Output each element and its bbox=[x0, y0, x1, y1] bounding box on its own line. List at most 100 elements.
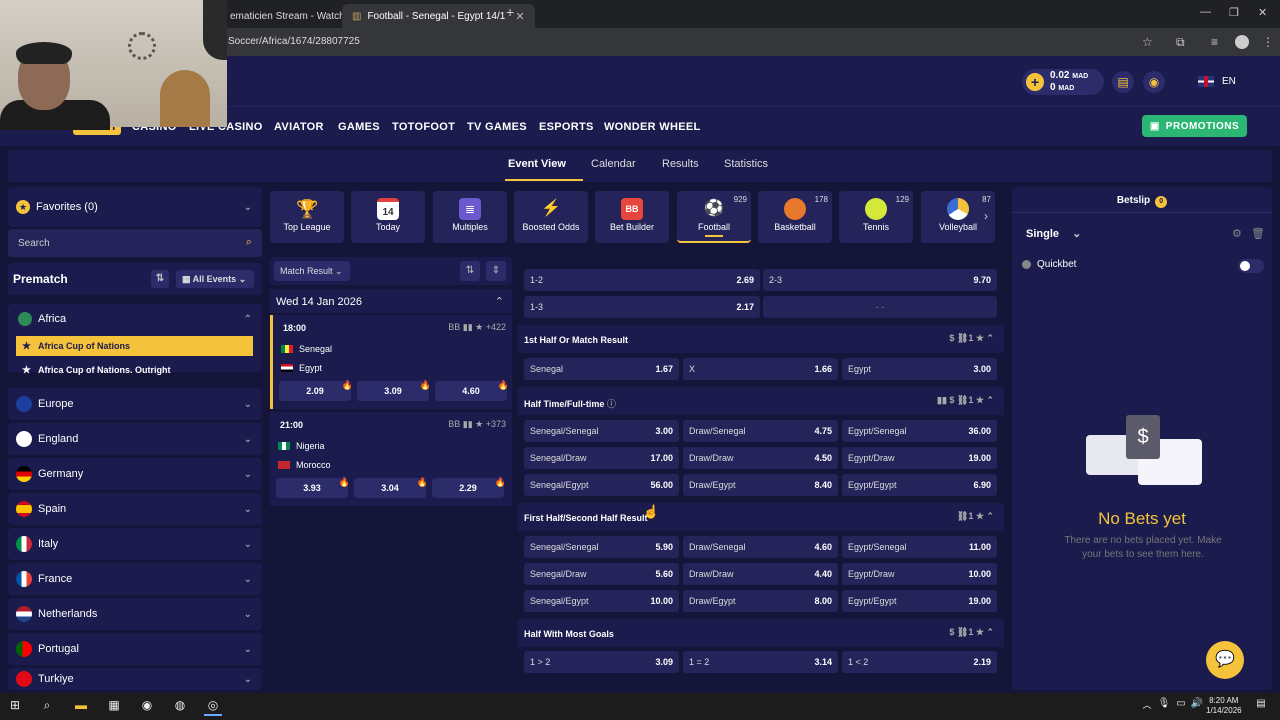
collapse-icon[interactable]: ⇕ bbox=[486, 261, 506, 281]
quickbet-toggle[interactable] bbox=[1238, 259, 1264, 273]
add-funds-icon[interactable]: + bbox=[1026, 73, 1044, 91]
sidebar-item-portugal[interactable]: Portugal ⌄ bbox=[8, 633, 262, 665]
search-icon[interactable]: ⌕ bbox=[246, 236, 252, 249]
favorites-toggle[interactable]: ★ Favorites (0) ⌄ bbox=[8, 187, 262, 227]
sort-icon[interactable]: ⇅ bbox=[151, 270, 169, 288]
close-icon[interactable]: ✕ bbox=[515, 10, 524, 23]
more-markets-count[interactable]: +373 bbox=[486, 419, 506, 429]
app-icon[interactable]: ◉ bbox=[138, 698, 156, 716]
odd-cell[interactable]: Senegal/Draw 17.00 bbox=[524, 447, 679, 469]
region-africa-header[interactable]: Africa ⌃ bbox=[8, 304, 262, 334]
nav-aviator[interactable]: AVIATOR bbox=[274, 121, 324, 133]
nav-totofoot[interactable]: TOTOFOOT bbox=[392, 121, 455, 133]
wallet-balance[interactable]: + 0.02 MAD 0 MAD bbox=[1022, 69, 1104, 95]
odd-cell[interactable]: 2-3 9.70 bbox=[763, 269, 997, 291]
clock[interactable]: 8:20 AM 1/14/2026 bbox=[1206, 696, 1242, 716]
sidebar-item-turkiye[interactable]: Turkiye ⌄ bbox=[8, 668, 262, 690]
odd-cell[interactable]: Egypt/Senegal 11.00 bbox=[842, 536, 997, 558]
bet-type-select[interactable]: Single ⌄ bbox=[1026, 227, 1081, 240]
market-header[interactable]: Half With Most Goals $ ⛓1 ★ ⌃ bbox=[518, 619, 1004, 647]
nav-esports[interactable]: ESPORTS bbox=[539, 121, 594, 133]
betslip-history-icon[interactable]: ▤ bbox=[1112, 71, 1134, 93]
odd-cell[interactable]: Draw/Egypt 8.40 bbox=[683, 474, 838, 496]
odd-cell[interactable]: 1 > 2 3.09 bbox=[524, 651, 679, 673]
odd-cell[interactable]: Senegal 1.67 bbox=[524, 358, 679, 380]
market-header[interactable]: 1st Half Or Match Result $ ⛓1 ★ ⌃ bbox=[518, 325, 1004, 353]
odd-cell[interactable]: Draw/Senegal 4.60 bbox=[683, 536, 838, 558]
settings-icon[interactable]: ⚙ bbox=[1232, 227, 1242, 240]
odd-cell[interactable]: 1 < 2 2.19 bbox=[842, 651, 997, 673]
sidebar-item-italy[interactable]: Italy ⌄ bbox=[8, 528, 262, 560]
sidebar-item-england[interactable]: England ⌄ bbox=[8, 423, 262, 455]
search-input[interactable]: Search ⌕ bbox=[8, 229, 262, 257]
market-select[interactable]: Match Result ⌄ bbox=[274, 261, 350, 281]
url-field[interactable]: Soccer/Africa/1674/28807725 bbox=[228, 36, 360, 47]
app-icon[interactable]: ◍ bbox=[171, 698, 189, 716]
market-header[interactable]: Half Time/Full-time ⓘ ▮▮ $ ⛓1 ★ ⌃ bbox=[518, 387, 1004, 415]
odd-cell[interactable]: 1-3 2.17 bbox=[524, 296, 760, 318]
odd-button-draw[interactable]: 3.04 🔥 bbox=[354, 477, 428, 498]
odd-cell[interactable]: Egypt/Senegal 36.00 bbox=[842, 420, 997, 442]
microphone-icon[interactable]: 🎙 bbox=[1155, 698, 1173, 716]
tab-calendar[interactable]: Calendar bbox=[591, 158, 636, 170]
tab-statistics[interactable]: Statistics bbox=[724, 158, 768, 170]
odd-cell[interactable]: X 1.66 bbox=[683, 358, 838, 380]
odd-cell[interactable]: Senegal/Senegal 5.90 bbox=[524, 536, 679, 558]
sport-basketball[interactable]: 178 Basketball bbox=[758, 191, 832, 243]
tab-results[interactable]: Results bbox=[662, 158, 699, 170]
star-icon[interactable]: ★ bbox=[22, 341, 31, 352]
match-date-header[interactable]: Wed 14 Jan 2026 ⌃ bbox=[270, 289, 512, 313]
sport-bet-builder[interactable]: BB Bet Builder bbox=[595, 191, 669, 243]
match-row[interactable]: 18:00 BB ▮▮ ★ +422 Senegal Egypt 2.09 🔥 3… bbox=[270, 315, 512, 409]
odd-cell[interactable]: Draw/Egypt 8.00 bbox=[683, 590, 838, 612]
odd-cell[interactable]: Draw/Senegal 4.75 bbox=[683, 420, 838, 442]
chrome-icon[interactable]: ◎ bbox=[204, 698, 222, 716]
chat-button[interactable]: 💬 bbox=[1206, 641, 1244, 679]
menu-icon[interactable]: ⋮ bbox=[1262, 35, 1274, 49]
media-icon[interactable]: ≡ bbox=[1211, 35, 1218, 49]
windows-start-icon[interactable]: ⊞ bbox=[6, 698, 24, 716]
odd-cell[interactable]: Draw/Draw 4.50 bbox=[683, 447, 838, 469]
sidebar-item-spain[interactable]: Spain ⌄ bbox=[8, 493, 262, 525]
odd-button-away[interactable]: 4.60 🔥 bbox=[435, 380, 509, 401]
odd-cell[interactable]: Egypt/Draw 19.00 bbox=[842, 447, 997, 469]
match-row[interactable]: 21:00 BB ▮▮ ★ +373 Nigeria Morocco 3.93 🔥… bbox=[270, 412, 512, 506]
nav-tv-games[interactable]: TV GAMES bbox=[467, 121, 527, 133]
sport-tennis[interactable]: 129 Tennis bbox=[839, 191, 913, 243]
odd-cell[interactable]: Draw/Draw 4.40 bbox=[683, 563, 838, 585]
odd-cell[interactable]: 1 = 2 3.14 bbox=[683, 651, 838, 673]
odd-cell[interactable]: Egypt 3.00 bbox=[842, 358, 997, 380]
account-icon[interactable]: ◉ bbox=[1143, 71, 1165, 93]
store-icon[interactable]: ▦ bbox=[105, 698, 123, 716]
odd-cell[interactable]: Egypt/Egypt 6.90 bbox=[842, 474, 997, 496]
volume-icon[interactable]: 🔊 bbox=[1188, 698, 1206, 716]
minimize-icon[interactable]: — bbox=[1200, 6, 1211, 18]
sidebar-item-germany[interactable]: Germany ⌄ bbox=[8, 458, 262, 490]
sport-boosted-odds[interactable]: ⚡ Boosted Odds bbox=[514, 191, 588, 243]
odd-cell[interactable]: Senegal/Egypt 10.00 bbox=[524, 590, 679, 612]
new-tab-icon[interactable]: + bbox=[506, 4, 514, 20]
nav-wonder-wheel[interactable]: WONDER WHEEL bbox=[604, 121, 700, 133]
all-events-dropdown[interactable]: ▦ All Events ⌄ bbox=[176, 270, 254, 288]
league-africa-cup[interactable]: ★ Africa Cup of Nations bbox=[16, 336, 253, 356]
sort-icon[interactable]: ⇅ bbox=[460, 261, 480, 281]
sport-today[interactable]: 14 Today bbox=[351, 191, 425, 243]
league-africa-cup-outright[interactable]: ★ Africa Cup of Nations. Outright bbox=[16, 360, 253, 380]
sport-football[interactable]: 929 ⚽ Football bbox=[677, 191, 751, 243]
extensions-icon[interactable]: ⧉ bbox=[1176, 35, 1185, 50]
odd-cell[interactable]: Senegal/Senegal 3.00 bbox=[524, 420, 679, 442]
profile-icon[interactable] bbox=[1235, 35, 1249, 49]
odd-button-home[interactable]: 3.93 🔥 bbox=[276, 477, 350, 498]
odd-cell[interactable]: Senegal/Egypt 56.00 bbox=[524, 474, 679, 496]
odd-button-draw[interactable]: 3.09 🔥 bbox=[357, 380, 431, 401]
nav-games[interactable]: GAMES bbox=[338, 121, 380, 133]
bookmark-star-icon[interactable]: ☆ bbox=[1142, 35, 1153, 49]
chevron-right-icon[interactable]: › bbox=[984, 209, 988, 223]
search-icon[interactable]: ⌕ bbox=[38, 698, 56, 716]
file-explorer-icon[interactable]: ▬ bbox=[72, 698, 90, 716]
odd-cell[interactable]: Egypt/Egypt 19.00 bbox=[842, 590, 997, 612]
sport-top-league[interactable]: 🏆 Top League bbox=[270, 191, 344, 243]
sidebar-item-europe[interactable]: Europe ⌄ bbox=[8, 388, 262, 420]
market-header[interactable]: First Half/Second Half Result ⛓1 ★ ⌃ bbox=[518, 503, 1004, 531]
odd-cell[interactable]: 1-2 2.69 bbox=[524, 269, 760, 291]
